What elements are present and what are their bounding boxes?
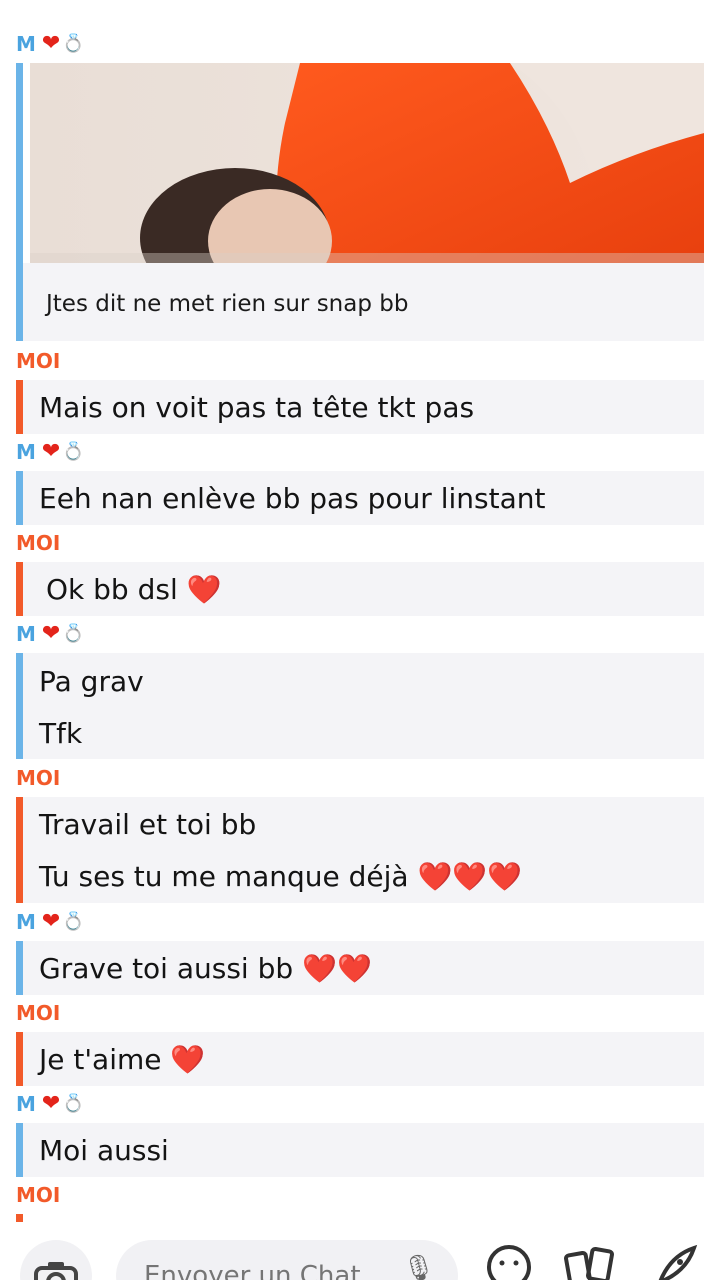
- message-text: Ok bb dsl ❤️: [46, 573, 222, 606]
- red-heart-icon: ❤: [41, 31, 61, 56]
- chat-thread: M ❤ 💍 Jtes dit ne met rien sur snap bb M…: [0, 0, 720, 1280]
- sender-label-me: MOI: [16, 1001, 61, 1025]
- red-heart-icon: ❤: [41, 1091, 61, 1116]
- ring-icon: 💍: [62, 33, 85, 54]
- message-bar: [16, 471, 23, 525]
- message-text: Mais on voit pas ta tête tkt pas: [39, 391, 475, 424]
- photo-attachment[interactable]: [30, 63, 704, 263]
- message-bar: [16, 562, 23, 616]
- ring-icon: 💍: [62, 911, 85, 932]
- message-text: Je t'aime ❤️: [39, 1043, 206, 1076]
- message-bar: [16, 63, 23, 341]
- mic-icon[interactable]: 🎙: [402, 1254, 435, 1280]
- sender-label-contact: M ❤ 💍: [16, 439, 85, 465]
- message-text: Eeh nan enlève bb pas pour linstant: [39, 482, 546, 515]
- sender-label-contact: M ❤ 💍: [16, 621, 85, 647]
- stickers-icon[interactable]: [564, 1242, 616, 1280]
- message-bar: [16, 1032, 23, 1086]
- photo-image: [30, 63, 704, 263]
- message-text: Travail et toi bb: [39, 808, 257, 841]
- typing-bar: [16, 1214, 23, 1222]
- red-heart-icon: ❤️❤️: [302, 952, 372, 985]
- red-heart-icon: ❤: [41, 621, 61, 646]
- message-text: Tu ses tu me manque déjà ❤️❤️❤️: [39, 860, 523, 893]
- ring-icon: 💍: [62, 1093, 85, 1114]
- camera-icon: [34, 1262, 78, 1280]
- message-bar: [16, 941, 23, 995]
- sender-label-me: MOI: [16, 766, 61, 790]
- message-bar: [16, 380, 23, 434]
- message-text: Pa grav: [39, 665, 144, 698]
- sender-label-me: MOI: [16, 1183, 61, 1207]
- message-text: Tfk: [39, 717, 83, 750]
- smiley-icon[interactable]: [484, 1242, 534, 1280]
- ring-icon: 💍: [62, 623, 85, 644]
- camera-button[interactable]: [20, 1240, 92, 1280]
- red-heart-icon: ❤️❤️❤️: [417, 860, 523, 893]
- sender-label-me: MOI: [16, 349, 61, 373]
- sender-label-me: MOI: [16, 531, 61, 555]
- rocket-icon[interactable]: [650, 1242, 700, 1280]
- red-heart-icon: ❤: [41, 909, 61, 934]
- sender-label-contact: M ❤ 💍: [16, 31, 85, 57]
- message-text: Grave toi aussi bb ❤️❤️: [39, 952, 372, 985]
- red-heart-icon: ❤️: [186, 573, 222, 606]
- sender-label-contact: M ❤ 💍: [16, 1091, 85, 1117]
- message-bar: [16, 797, 23, 903]
- message-text: Moi aussi: [39, 1134, 169, 1167]
- chat-toolbar: 🎙: [0, 1228, 720, 1280]
- message-bar: [16, 1123, 23, 1177]
- red-heart-icon: ❤️: [170, 1043, 206, 1076]
- red-heart-icon: ❤: [41, 439, 61, 464]
- photo-caption: Jtes dit ne met rien sur snap bb: [46, 291, 409, 317]
- message-bar: [16, 653, 23, 759]
- ring-icon: 💍: [62, 441, 85, 462]
- sender-label-contact: M ❤ 💍: [16, 909, 85, 935]
